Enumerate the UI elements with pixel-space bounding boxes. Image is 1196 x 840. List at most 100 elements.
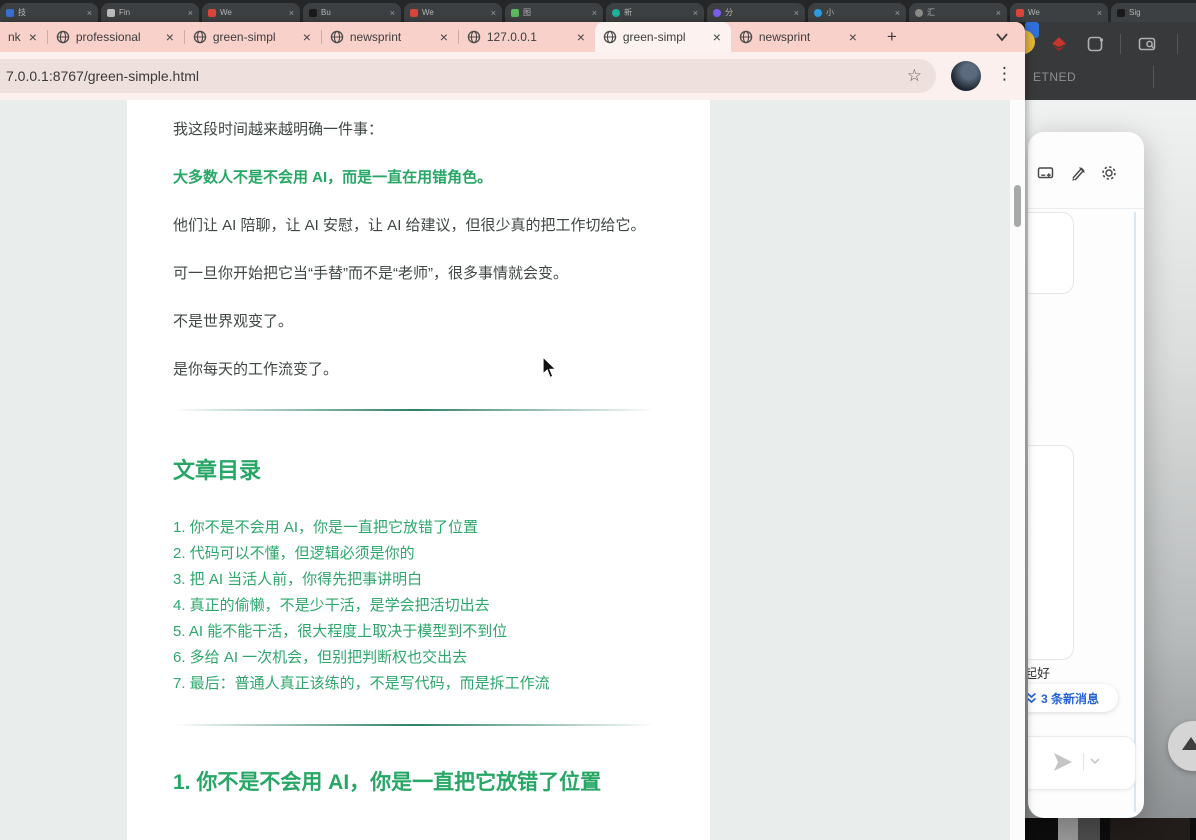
- new-messages-pill[interactable]: 3 条新消息: [1028, 684, 1118, 712]
- close-icon[interactable]: ×: [438, 29, 450, 45]
- browser-tab[interactable]: nk ×: [0, 22, 47, 52]
- lead-paragraph: 大多数人不是不会用 AI，而是一直在用错角色。: [173, 164, 655, 192]
- url-text[interactable]: 7.0.0.1:8767/green-simple.html: [6, 68, 907, 84]
- chevron-down-icon[interactable]: [1089, 755, 1101, 767]
- globe-favicon: [193, 30, 207, 44]
- toc-list: 1. 你不是不会用 AI，你是一直把它放错了位置2. 代码可以不懂，但逻辑必须是…: [173, 515, 655, 697]
- close-icon[interactable]: ×: [847, 29, 859, 45]
- background-tab[interactable]: 汇×: [909, 3, 1007, 22]
- paragraph: 不是世界观变了。: [173, 308, 655, 336]
- background-window-toolbar: ETNED: [1025, 22, 1196, 100]
- close-icon[interactable]: ×: [491, 8, 496, 18]
- paragraph: 我这段时间越来越明确一件事：: [173, 116, 655, 144]
- address-bar[interactable]: 7.0.0.1:8767/green-simple.html ☆: [0, 59, 936, 93]
- panel-card: [1028, 212, 1074, 294]
- close-icon[interactable]: ×: [164, 29, 176, 45]
- browser-tab[interactable]: professional ×: [48, 22, 184, 52]
- close-icon[interactable]: ×: [794, 8, 799, 18]
- upload-arrow-icon[interactable]: ↗: [1028, 751, 1030, 769]
- background-tab[interactable]: 分×: [707, 3, 805, 22]
- panel-edge-highlight: [1134, 212, 1136, 812]
- background-tab[interactable]: Bu ×: [303, 3, 401, 22]
- background-tab[interactable]: We×: [202, 3, 300, 22]
- background-tab[interactable]: Fin×: [101, 3, 199, 22]
- profile-avatar[interactable]: [951, 61, 981, 91]
- page-scrollbar-thumb[interactable]: [1014, 185, 1021, 227]
- tab-favicon: [1117, 9, 1125, 17]
- close-icon[interactable]: ×: [996, 8, 1001, 18]
- close-icon[interactable]: ×: [188, 8, 193, 18]
- search-in-page-icon[interactable]: [1137, 34, 1157, 54]
- close-icon[interactable]: ×: [27, 29, 39, 45]
- tab-label: 新: [624, 7, 689, 18]
- background-window-tabstrip: 技×Fin×We×Bu×We×图×新×分×小×汇×We×Sig××: [0, 0, 1196, 22]
- bottom-block: [1110, 818, 1190, 840]
- tab-label: 小: [826, 7, 891, 18]
- background-tab[interactable]: 技×: [0, 3, 98, 22]
- tab-favicon: [6, 9, 14, 17]
- message-input-area[interactable]: ↗: [1028, 736, 1136, 790]
- new-tab-button[interactable]: +: [881, 27, 903, 47]
- screen: 技×Fin×We×Bu×We×图×新×分×小×汇×We×Sig×× ETNED: [0, 0, 1196, 840]
- background-tab[interactable]: We×: [1010, 3, 1108, 22]
- settings-gear-icon[interactable]: [1099, 163, 1119, 183]
- close-icon[interactable]: ×: [693, 8, 698, 18]
- tab-favicon: [915, 9, 923, 17]
- background-tab[interactable]: 新×: [606, 3, 704, 22]
- tab-label: 汇: [927, 7, 992, 18]
- page-scrollbar-track[interactable]: [1010, 100, 1025, 840]
- globe-favicon: [603, 30, 617, 44]
- toc-link[interactable]: 4. 真正的偷懒，不是少干活，是学会把活切出去: [173, 593, 655, 619]
- background-tab[interactable]: Sig×: [1111, 3, 1196, 22]
- paragraphs: 我这段时间越来越明确一件事：大多数人不是不会用 AI，而是一直在用错角色。他们让…: [173, 116, 655, 384]
- close-icon[interactable]: ×: [575, 29, 587, 45]
- pen-icon[interactable]: [1068, 163, 1088, 183]
- toc-link[interactable]: 5. AI 能不能干活，很大程度上取决于模型到不到位: [173, 619, 655, 645]
- bookmark-star-icon[interactable]: ☆: [907, 66, 922, 86]
- browser-tab[interactable]: newsprint×: [322, 22, 458, 52]
- background-tab[interactable]: 图×: [505, 3, 603, 22]
- tab-label: 图: [523, 7, 588, 18]
- browser-tab[interactable]: 127.0.0.1 ×: [459, 22, 595, 52]
- mouse-cursor: [542, 356, 559, 379]
- browser-menu-icon[interactable]: ⋮: [996, 64, 1013, 84]
- toc-link[interactable]: 6. 多给 AI 一次机会，但别把判断权也交出去: [173, 645, 655, 671]
- background-tab[interactable]: 小×: [808, 3, 906, 22]
- toc-link[interactable]: 1. 你不是不会用 AI，你是一直把它放错了位置: [173, 515, 655, 541]
- toc-link[interactable]: 7. 最后：普通人真正该练的，不是写代码，而是拆工作流: [173, 671, 655, 697]
- tab-favicon: [107, 9, 115, 17]
- browser-tab[interactable]: green-simpl ×: [185, 22, 321, 52]
- tab-label: green-simpl: [213, 30, 295, 44]
- tab-label: Bu: [321, 8, 386, 17]
- background-tab[interactable]: We×: [404, 3, 502, 22]
- toc-link[interactable]: 3. 把 AI 当活人前，你得先把事讲明白: [173, 567, 655, 593]
- close-icon[interactable]: ×: [87, 8, 92, 18]
- panel-card: [1028, 445, 1074, 660]
- tab-favicon: [309, 9, 317, 17]
- red-extension-icon[interactable]: [1049, 34, 1069, 54]
- browser-tab[interactable]: newsprint×: [731, 22, 867, 52]
- tab-search-chevron-icon[interactable]: [992, 28, 1012, 46]
- paragraph: 可一旦你开始把它当“手替”而不是“老师”，很多事情就会变。: [173, 260, 655, 288]
- tab-label: 技: [18, 7, 83, 18]
- globe-favicon: [739, 30, 753, 44]
- close-icon[interactable]: ×: [289, 8, 294, 18]
- globe-favicon: [56, 30, 70, 44]
- browser-tab-active[interactable]: green-simpl×: [595, 22, 731, 52]
- close-icon[interactable]: ×: [711, 29, 723, 45]
- tab-label: professional: [76, 30, 158, 44]
- extensions-icon[interactable]: [1085, 34, 1105, 54]
- close-icon[interactable]: ×: [390, 8, 395, 18]
- tab-label: 127.0.0.1: [487, 30, 569, 44]
- input-divider: [1083, 753, 1084, 771]
- close-icon[interactable]: ×: [592, 8, 597, 18]
- close-icon[interactable]: ×: [895, 8, 900, 18]
- tab-label: nk: [8, 30, 21, 44]
- close-icon[interactable]: ×: [301, 29, 313, 45]
- bottom-block: [1078, 818, 1100, 840]
- close-icon[interactable]: ×: [1097, 8, 1102, 18]
- tab-favicon: [612, 9, 620, 17]
- toc-link[interactable]: 2. 代码可以不懂，但逻辑必须是你的: [173, 541, 655, 567]
- send-icon[interactable]: [1051, 751, 1075, 773]
- new-capture-icon[interactable]: [1036, 163, 1056, 183]
